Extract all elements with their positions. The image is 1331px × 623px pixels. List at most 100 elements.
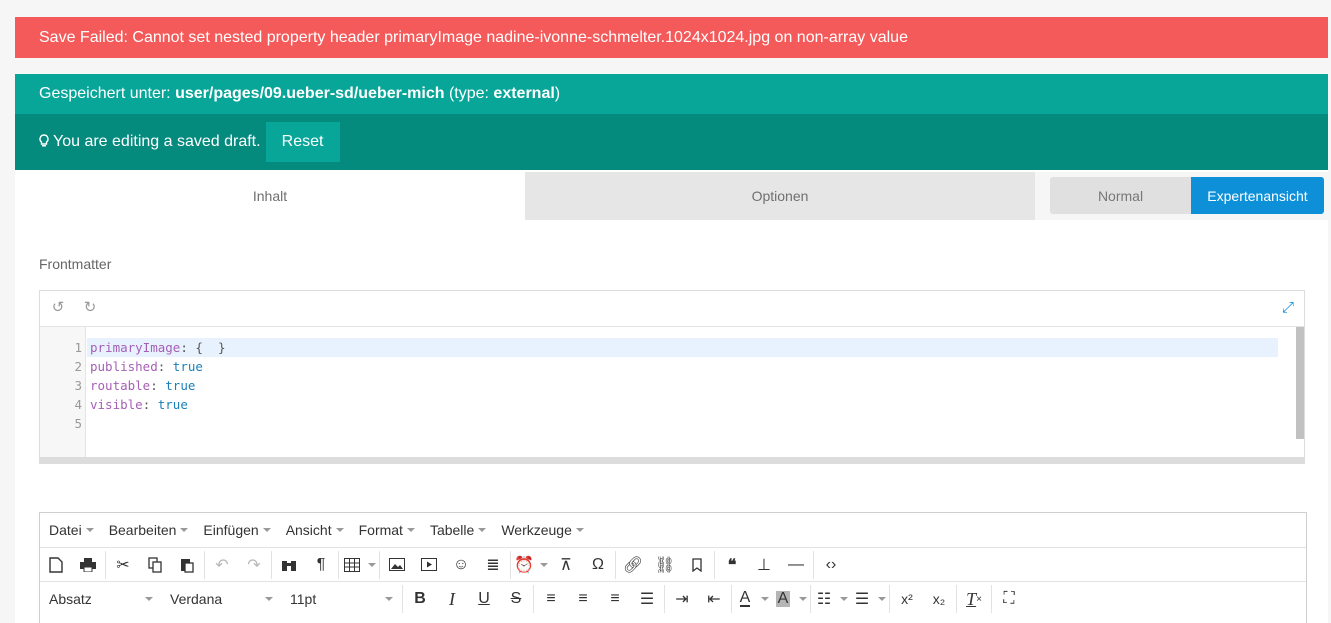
- fullscreen-icon[interactable]: ⛶: [993, 584, 1025, 614]
- code-line: 1 primaryImage: { }: [40, 338, 1304, 357]
- code-line: 2 published: true: [40, 357, 1304, 376]
- text-color-dropdown-icon[interactable]: [757, 584, 771, 614]
- frontmatter-editor[interactable]: ↺ ↻ ⤢ 1 primaryImage: { } 2 published: t…: [39, 290, 1305, 464]
- paste-icon[interactable]: [171, 550, 203, 580]
- undo-icon[interactable]: ↶: [206, 550, 238, 580]
- font-size-select[interactable]: 11pt: [281, 584, 401, 614]
- line-number: 1: [74, 340, 82, 355]
- image-icon[interactable]: [381, 550, 413, 580]
- cut-icon[interactable]: ✂: [107, 550, 139, 580]
- undo-icon[interactable]: ↺: [50, 300, 66, 316]
- format-select[interactable]: Absatz: [40, 584, 161, 614]
- horizontal-rule-icon[interactable]: —: [780, 550, 812, 580]
- find-replace-icon[interactable]: [273, 550, 305, 580]
- code-value: true: [157, 397, 188, 412]
- line-number: 2: [74, 359, 82, 374]
- bullet-list-icon[interactable]: ☷: [812, 584, 836, 614]
- redo-icon[interactable]: ↻: [82, 300, 98, 316]
- editor-toolbar-1: ✂ ↶ ↷ ¶ ☺ ≣ ⏰ ⊼ Ω 🔗︎ ⛓ ❝ ⊥ — ‹›: [40, 548, 1306, 582]
- format-select-value: Absatz: [49, 591, 92, 607]
- normal-view-button[interactable]: Normal: [1050, 177, 1191, 214]
- rich-text-editor: Datei Bearbeiten Einfügen Ansicht Format…: [39, 512, 1307, 623]
- numbered-list-icon[interactable]: ☰: [850, 584, 874, 614]
- align-right-icon[interactable]: ≡: [599, 584, 631, 614]
- code-key: published: [90, 359, 158, 374]
- saved-path: user/pages/09.ueber-sd/ueber-mich: [175, 85, 445, 102]
- link-icon[interactable]: 🔗︎: [617, 550, 649, 580]
- content-panel: Inhalt Optionen Normal Expertenansicht F…: [15, 170, 1328, 623]
- line-number: 3: [74, 378, 82, 393]
- tab-optionen[interactable]: Optionen: [525, 172, 1035, 220]
- editor-toolbar-2: Absatz Verdana 11pt B I U S ≡ ≡ ≡ ☰ ⇥ ⇤ …: [40, 582, 1306, 616]
- menu-format[interactable]: Format: [359, 522, 415, 538]
- insert-icon[interactable]: ⊥: [748, 550, 780, 580]
- pilcrow-icon[interactable]: ¶: [305, 550, 337, 580]
- datetime-dropdown-icon[interactable]: [536, 550, 550, 580]
- code-line: 4 visible: true: [40, 395, 1304, 414]
- media-icon[interactable]: [413, 550, 445, 580]
- list-icon[interactable]: ≣: [477, 550, 509, 580]
- align-left-icon[interactable]: ≡: [535, 584, 567, 614]
- outdent-icon[interactable]: ⇤: [698, 584, 730, 614]
- font-select-value: Verdana: [170, 591, 223, 607]
- underline-icon[interactable]: U: [468, 584, 500, 614]
- menu-ansicht[interactable]: Ansicht: [286, 522, 344, 538]
- print-icon[interactable]: [72, 550, 104, 580]
- frontmatter-label: Frontmatter: [39, 256, 112, 272]
- reset-button[interactable]: Reset: [265, 122, 340, 162]
- table-dropdown-icon[interactable]: [364, 550, 378, 580]
- code-sep: :: [150, 378, 166, 393]
- font-family-select[interactable]: Verdana: [161, 584, 281, 614]
- page-break-icon[interactable]: ⊼: [550, 550, 582, 580]
- clear-formatting-icon[interactable]: T ×: [958, 584, 990, 614]
- align-justify-icon[interactable]: ☰: [631, 584, 663, 614]
- menu-werkzeuge[interactable]: Werkzeuge: [501, 522, 584, 538]
- menu-bearbeiten[interactable]: Bearbeiten: [109, 522, 189, 538]
- code-sep: :: [157, 359, 173, 374]
- copy-icon[interactable]: [139, 550, 171, 580]
- expert-view-button[interactable]: Expertenansicht: [1191, 177, 1324, 214]
- superscript-icon[interactable]: x²: [891, 584, 923, 614]
- code-value: true: [172, 359, 203, 374]
- menu-label: Ansicht: [285, 522, 332, 538]
- fullscreen-icon[interactable]: ⤢: [1282, 299, 1294, 316]
- horizontal-scrollbar[interactable]: [40, 457, 1304, 463]
- menu-label: Bearbeiten: [108, 522, 177, 538]
- menu-label: Datei: [49, 522, 82, 538]
- menu-tabelle[interactable]: Tabelle: [429, 522, 487, 538]
- alarm-clock-icon[interactable]: ⏰: [512, 550, 536, 580]
- bold-icon[interactable]: B: [404, 584, 436, 614]
- editor-menubar: Datei Bearbeiten Einfügen Ansicht Format…: [40, 513, 1306, 548]
- strikethrough-icon[interactable]: S: [500, 584, 532, 614]
- menu-label: Einfügen: [203, 522, 259, 538]
- align-center-icon[interactable]: ≡: [567, 584, 599, 614]
- saved-type-suffix: ): [554, 85, 561, 102]
- emoticon-icon[interactable]: ☺: [445, 550, 477, 580]
- tab-inhalt[interactable]: Inhalt: [15, 172, 525, 220]
- redo-icon[interactable]: ↷: [238, 550, 270, 580]
- vertical-scrollbar[interactable]: [1296, 327, 1304, 439]
- menu-label: Tabelle: [429, 522, 475, 538]
- code-area[interactable]: 1 primaryImage: { } 2 published: true 3 …: [40, 327, 1304, 457]
- background-color-icon[interactable]: A: [771, 584, 795, 614]
- saved-type: external: [493, 85, 555, 102]
- subscript-icon[interactable]: x₂: [923, 584, 955, 614]
- size-select-value: 11pt: [290, 591, 317, 607]
- omega-icon[interactable]: Ω: [582, 550, 614, 580]
- saved-prefix: Gespeichert unter:: [39, 85, 176, 102]
- blockquote-icon[interactable]: ❝: [716, 550, 748, 580]
- new-document-icon[interactable]: [40, 550, 72, 580]
- source-code-icon[interactable]: ‹›: [815, 550, 847, 580]
- bullet-list-dropdown-icon[interactable]: [836, 584, 850, 614]
- italic-icon[interactable]: I: [436, 584, 468, 614]
- unlink-icon[interactable]: ⛓: [649, 550, 681, 580]
- bookmark-icon[interactable]: [681, 550, 713, 580]
- text-color-icon[interactable]: A: [733, 584, 757, 614]
- code-line: 5: [40, 414, 1304, 433]
- menu-datei[interactable]: Datei: [49, 522, 94, 538]
- indent-icon[interactable]: ⇥: [666, 584, 698, 614]
- menu-einfuegen[interactable]: Einfügen: [203, 522, 271, 538]
- table-icon[interactable]: [340, 550, 364, 580]
- background-color-dropdown-icon[interactable]: [795, 584, 809, 614]
- numbered-list-dropdown-icon[interactable]: [874, 584, 888, 614]
